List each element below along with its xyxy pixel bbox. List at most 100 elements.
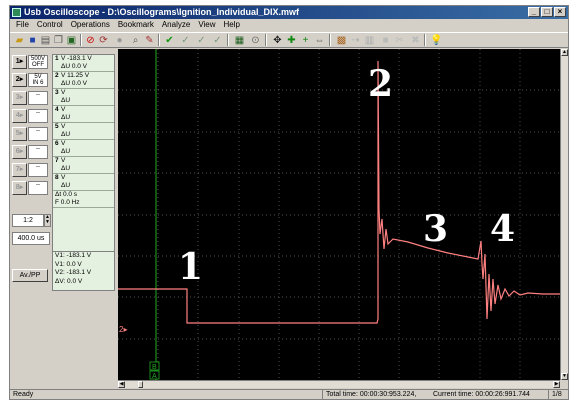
- channel-readout: 1V -183.1 V ΔU 0.0 V 2V 11.25 V ΔU 0.0 V 3…: [52, 54, 115, 259]
- scroll-up-icon[interactable]: ▲: [561, 49, 568, 56]
- zoom-fit-icon[interactable]: ⊙: [250, 35, 261, 46]
- readout-row-7: 7 V ΔU: [53, 157, 114, 174]
- stop-icon[interactable]: ⊘: [85, 35, 96, 46]
- toolbar-separator: [329, 34, 331, 46]
- cursor-a-label: A: [152, 373, 157, 380]
- check-alt3-icon[interactable]: ✓: [212, 35, 223, 46]
- cross-icon[interactable]: ✚: [286, 35, 297, 46]
- readout-row-5: 5 V ΔU: [53, 123, 114, 140]
- record-icon[interactable]: ●: [114, 35, 125, 46]
- marker-icon[interactable]: ✎: [144, 35, 155, 46]
- open-icon[interactable]: ▰: [14, 35, 25, 46]
- status-total-time: Total time: 00:00:30:953.224,: [322, 390, 416, 399]
- check-alt2-icon[interactable]: ✓: [196, 35, 207, 46]
- channel-2-setting[interactable]: 5V IN 6: [28, 73, 48, 87]
- arrow-icon[interactable]: ⇢: [350, 35, 361, 46]
- readout-row-6: 6 V ΔU: [53, 140, 114, 157]
- channel-5-button[interactable]: 5▸: [12, 127, 27, 141]
- scroll-thumb[interactable]: [138, 381, 143, 388]
- channel-1-setting[interactable]: 500V OFF: [28, 55, 48, 69]
- channel-3-button[interactable]: 3▸: [12, 91, 27, 105]
- status-page: 1/8: [548, 390, 562, 399]
- toolbar-separator: [158, 34, 160, 46]
- scope-display[interactable]: 1 2 3 4 2▸ B A: [118, 49, 560, 380]
- channel-6-button[interactable]: 6▸: [12, 145, 27, 159]
- copy-icon[interactable]: ❐: [53, 35, 64, 46]
- menu-analyze[interactable]: Analyze: [162, 19, 190, 31]
- title-bar: Usb Oscilloscope - D:\Oscillograms\Ignit…: [10, 6, 568, 19]
- readout-row-2: 2V 11.25 V ΔU 0.0 V: [53, 72, 114, 89]
- channel-panel: 1▸ 500V OFF 2▸ 5V IN 6 3▸ -- 4▸ -- 5▸ -- 6…: [10, 49, 117, 388]
- menu-view[interactable]: View: [198, 19, 215, 31]
- export-icon[interactable]: ▣: [66, 35, 77, 46]
- channel-7-button[interactable]: 7▸: [12, 163, 27, 177]
- timebase-field[interactable]: 400.0 us: [12, 232, 50, 245]
- zoom-ratio-spinner[interactable]: ▲ ▼: [44, 214, 51, 227]
- time-readout: Δt 0.0 sF 0.0 Hz: [53, 191, 114, 208]
- av-pp-button[interactable]: Av./PP: [12, 269, 48, 282]
- channel-2-button[interactable]: 2▸: [12, 73, 27, 87]
- toolbar-separator: [80, 34, 82, 46]
- cursor-icon[interactable]: ✥: [272, 35, 283, 46]
- help-icon[interactable]: 💡: [430, 35, 442, 46]
- channel-3-setting[interactable]: --: [28, 91, 48, 105]
- annotation-4: 4: [490, 208, 515, 250]
- print-icon[interactable]: ▤: [40, 35, 51, 46]
- refresh-icon[interactable]: ⟳: [98, 35, 109, 46]
- toolbar-separator: [227, 34, 229, 46]
- channel-7-setting[interactable]: --: [28, 163, 48, 177]
- scroll-left-icon[interactable]: ◀: [118, 381, 125, 388]
- channel-1-button[interactable]: 1▸: [12, 55, 27, 69]
- channel-5-setting[interactable]: --: [28, 127, 48, 141]
- readout-row-4: 4 V ΔU: [53, 106, 114, 123]
- settings-icon[interactable]: ▩: [336, 35, 347, 46]
- cursor-b-label: B: [152, 364, 157, 371]
- scope-svg: 1 2 3 4 2▸ B A: [118, 49, 560, 380]
- channel-8-button[interactable]: 8▸: [12, 181, 27, 195]
- toolbar: ▰ ■ ▤ ❐ ▣ ⊘ ⟳ ● ⌕ ✎ ✔ ✓ ✓ ✓ ▦ ⊙ ✥ ✚ + ⇔ …: [10, 32, 568, 48]
- vertical-scrollbar[interactable]: ▲ ▼: [560, 49, 568, 380]
- zoom-ratio-field[interactable]: 1:2: [12, 214, 44, 227]
- disabled3-icon: ✖: [411, 35, 420, 46]
- menu-control[interactable]: Control: [37, 19, 63, 31]
- zoom-icon[interactable]: ⌕: [130, 35, 141, 46]
- window-title: Usb Oscilloscope - D:\Oscillograms\Ignit…: [24, 7, 300, 17]
- channel-6-setting[interactable]: --: [28, 145, 48, 159]
- status-current-time: Current time: 00:00:26:991.744: [433, 391, 530, 398]
- annotation-2: 2: [368, 63, 393, 105]
- menu-operations[interactable]: Operations: [71, 19, 110, 31]
- plus-icon[interactable]: +: [300, 35, 311, 46]
- annotation-1: 1: [178, 246, 203, 288]
- readout-row-1: 1V -183.1 V ΔU 0.0 V: [53, 55, 114, 72]
- screen-icon[interactable]: ▦: [234, 35, 245, 46]
- toolbar-separator: [265, 34, 267, 46]
- channel-4-setting[interactable]: --: [28, 109, 48, 123]
- menu-bookmark[interactable]: Bookmark: [118, 19, 154, 31]
- menu-bar: File Control Operations Bookmark Analyze…: [10, 19, 568, 31]
- menu-file[interactable]: File: [16, 19, 29, 31]
- scroll-down-icon[interactable]: ▼: [561, 373, 568, 380]
- channel-2-marker[interactable]: 2▸: [119, 325, 127, 334]
- minimize-button[interactable]: _: [528, 7, 540, 17]
- channel-4-button[interactable]: 4▸: [12, 109, 27, 123]
- capture-icon[interactable]: ▥: [364, 35, 375, 46]
- disabled-icon: ■: [382, 35, 389, 46]
- channel-8-setting[interactable]: --: [28, 181, 48, 195]
- app-icon: [12, 8, 21, 17]
- readout-row-8: 8 V ΔU: [53, 174, 114, 191]
- status-bar: Ready Total time: 00:00:30:953.224, Curr…: [10, 389, 568, 399]
- status-ready: Ready: [13, 391, 34, 398]
- disabled2-icon: ✂: [395, 35, 404, 46]
- scroll-right-icon[interactable]: ▶: [553, 381, 560, 388]
- cursor-readout: V1: -183.1 V V1: 0.0 V V2: -183.1 V ΔV: …: [52, 251, 115, 291]
- menu-help[interactable]: Help: [224, 19, 240, 31]
- check-icon[interactable]: ✔: [164, 35, 175, 46]
- save-icon[interactable]: ■: [27, 35, 38, 46]
- horizontal-scrollbar[interactable]: ◀ ▶: [118, 380, 560, 388]
- measure-icon[interactable]: ⇔: [314, 35, 325, 46]
- maximize-button[interactable]: □: [541, 7, 553, 17]
- readout-row-3: 3 V ΔU: [53, 89, 114, 106]
- check-alt-icon[interactable]: ✓: [180, 35, 191, 46]
- close-button[interactable]: ×: [554, 7, 566, 17]
- toolbar-separator: [424, 34, 426, 46]
